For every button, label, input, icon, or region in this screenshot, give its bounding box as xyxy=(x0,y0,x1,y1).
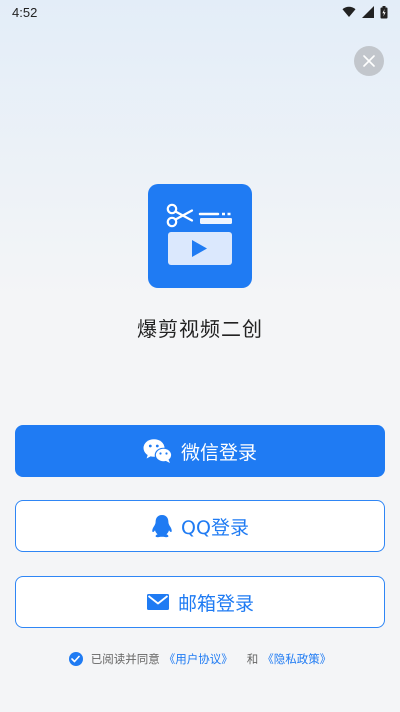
battery-icon xyxy=(380,5,388,18)
status-icons xyxy=(342,5,388,19)
status-bar: 4:52 xyxy=(0,0,400,24)
app-name: 爆剪视频二创 xyxy=(137,317,263,341)
close-button[interactable] xyxy=(354,46,384,76)
qq-login-label: QQ登录 xyxy=(181,516,249,539)
privacy-policy-link[interactable]: 《隐私政策》 xyxy=(262,651,331,667)
wifi-icon xyxy=(342,6,356,17)
close-icon xyxy=(363,55,375,67)
wechat-login-button[interactable]: 微信登录 xyxy=(15,425,385,477)
check-icon xyxy=(71,655,81,663)
qq-penguin-icon xyxy=(151,514,173,538)
agreement-conjunction: 和 xyxy=(246,652,259,666)
mail-login-button[interactable]: 邮箱登录 xyxy=(15,576,385,628)
app-logo xyxy=(148,184,252,288)
user-agreement-link[interactable]: 《用户协议》 xyxy=(164,651,233,667)
status-time: 4:52 xyxy=(12,4,38,20)
mail-login-label: 邮箱登录 xyxy=(177,592,254,615)
agreement-row: 已阅读并同意 《用户协议》 和 《隐私政策》 xyxy=(0,651,400,667)
mail-icon xyxy=(146,593,170,611)
scissors-video-logo xyxy=(166,203,232,265)
qq-login-button[interactable]: QQ登录 xyxy=(15,500,385,552)
wechat-icon xyxy=(143,438,173,464)
signal-icon xyxy=(362,6,374,18)
agreement-prefix: 已阅读并同意 xyxy=(90,652,160,666)
wechat-login-label: 微信登录 xyxy=(180,441,257,464)
agreement-checkbox[interactable] xyxy=(68,652,83,666)
